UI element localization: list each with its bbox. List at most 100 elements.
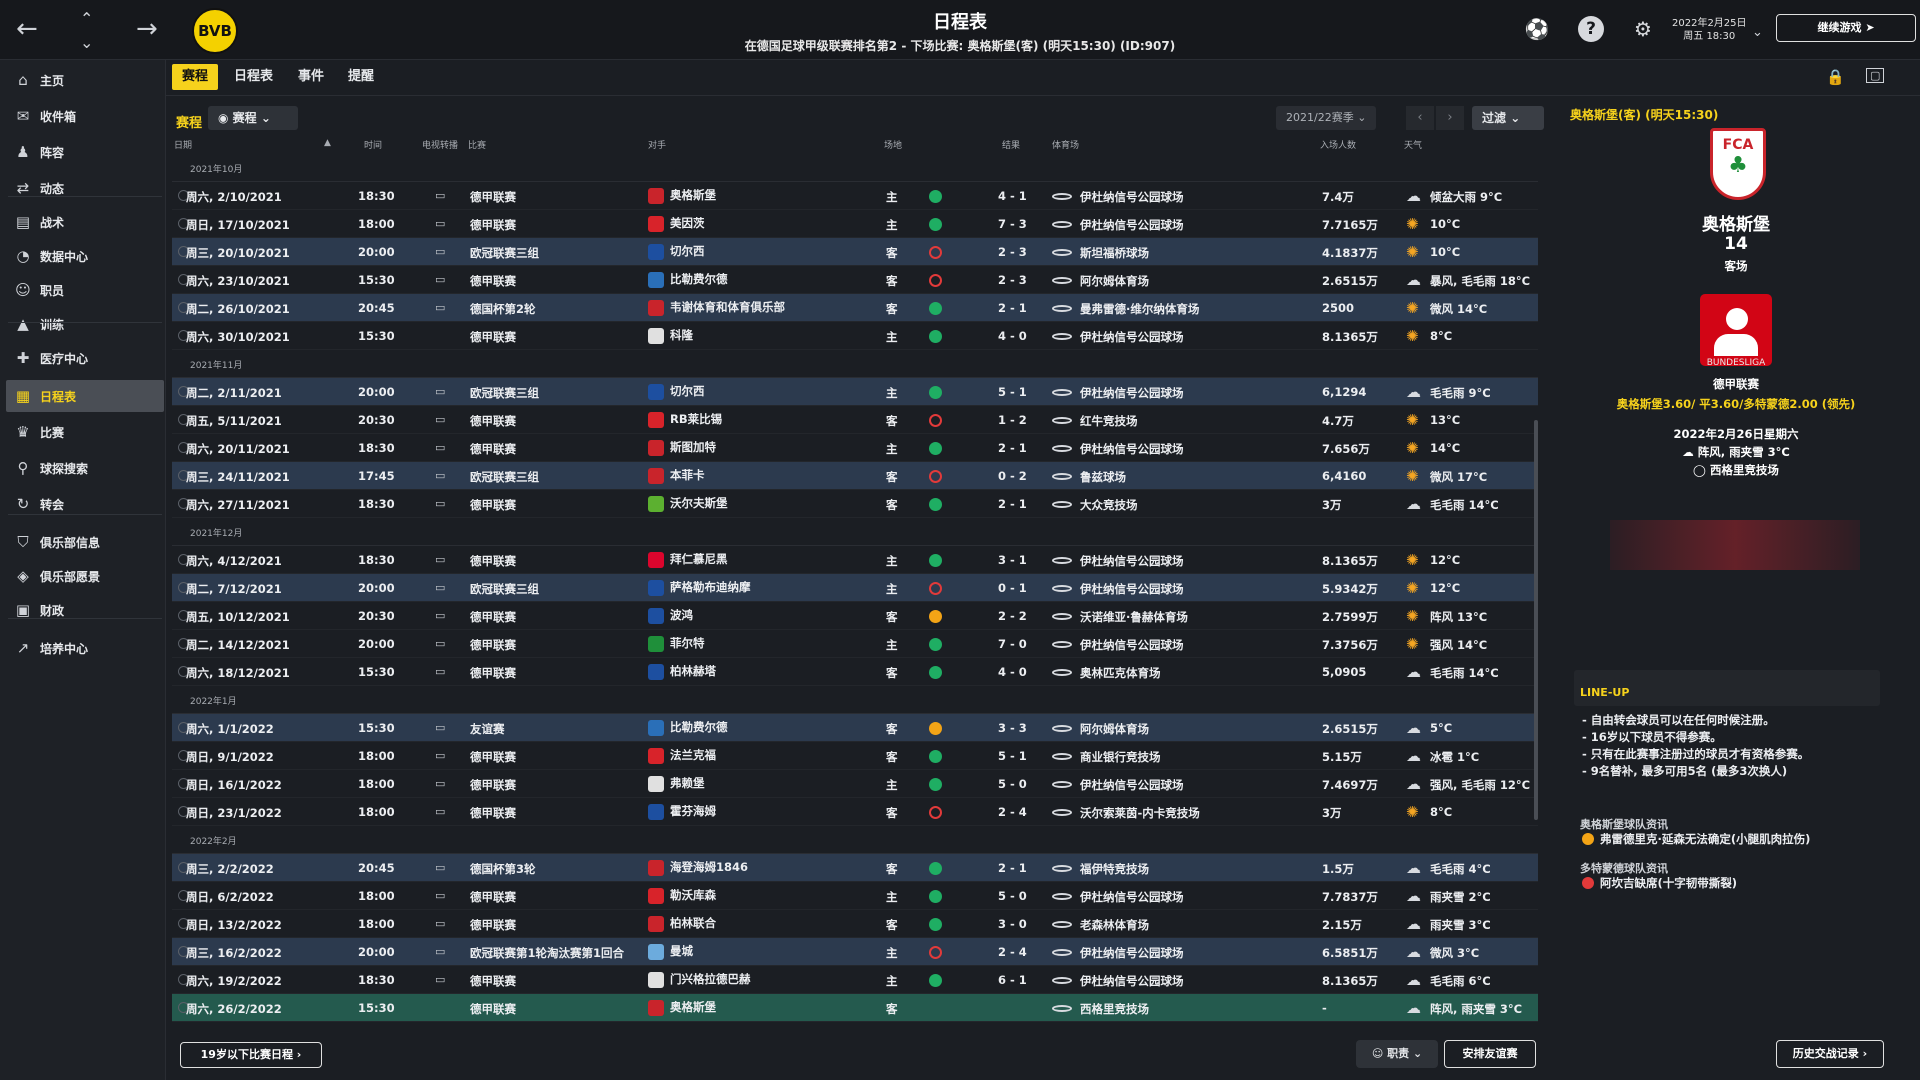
- match-opponent[interactable]: 奥格斯堡: [670, 187, 716, 203]
- team-news-item[interactable]: 阿坎吉缺席(十字韧带撕裂): [1582, 875, 1737, 891]
- team-news-item[interactable]: 弗雷德里克·延森无法确定(小腿肌肉拉伤): [1582, 831, 1810, 847]
- table-row[interactable]: 周六, 4/12/2021 18:30 ▭ 德甲联赛 拜仁慕尼黑 主 3 - 1 伊杜纳信号公…: [172, 546, 1538, 574]
- sidebar-item[interactable]: ⚲ 球探搜索: [6, 452, 164, 484]
- match-stadium[interactable]: 伊杜纳信号公园球场: [1080, 441, 1184, 457]
- sidebar-item[interactable]: ✉ 收件箱: [6, 100, 164, 132]
- table-row[interactable]: 周二, 14/12/2021 20:00 ▭ 德甲联赛 菲尔特 主 7 - 0 伊杜纳信号公园…: [172, 630, 1538, 658]
- match-opponent[interactable]: 本菲卡: [670, 467, 705, 483]
- match-opponent[interactable]: 斯图加特: [670, 439, 716, 455]
- match-score[interactable]: 3 - 1: [998, 553, 1027, 567]
- match-competition[interactable]: 德甲联赛: [470, 1001, 516, 1017]
- match-stadium[interactable]: 沃尔索莱茵-内卡竞技场: [1080, 805, 1200, 821]
- match-score[interactable]: 2 - 1: [998, 441, 1027, 455]
- next-season-button[interactable]: ›: [1436, 106, 1464, 130]
- match-opponent[interactable]: 法兰克福: [670, 747, 716, 763]
- sidebar-item[interactable]: ◔ 数据中心: [6, 240, 164, 272]
- col-competition[interactable]: 比赛: [468, 138, 486, 151]
- table-row[interactable]: 周六, 30/10/2021 15:30 德甲联赛 科隆 主 4 - 0 伊杜纳信号公园球场…: [172, 322, 1538, 350]
- match-score[interactable]: 2 - 4: [998, 945, 1027, 959]
- sort-asc-icon[interactable]: ▲: [324, 138, 331, 148]
- help-icon[interactable]: ?: [1578, 16, 1604, 42]
- match-score[interactable]: 2 - 2: [998, 609, 1027, 623]
- match-opponent[interactable]: 曼城: [670, 943, 693, 959]
- match-competition[interactable]: 德甲联赛: [470, 441, 516, 457]
- match-stadium[interactable]: 商业银行竞技场: [1080, 749, 1161, 765]
- head-to-head-button[interactable]: 历史交战记录 ›: [1776, 1040, 1884, 1068]
- match-competition[interactable]: 德甲联赛: [470, 973, 516, 989]
- match-score[interactable]: 2 - 4: [998, 805, 1027, 819]
- sidebar-item[interactable]: ⌂ 主页: [6, 64, 164, 96]
- match-score[interactable]: 4 - 0: [998, 665, 1027, 679]
- sidebar-item[interactable]: ↻ 转会: [6, 488, 164, 520]
- match-score[interactable]: 5 - 1: [998, 385, 1027, 399]
- match-opponent[interactable]: RB莱比锡: [670, 411, 722, 427]
- match-opponent[interactable]: 比勒费尔德: [670, 271, 728, 287]
- sidebar-item[interactable]: ▤ 战术: [6, 206, 164, 238]
- table-row[interactable]: 周日, 17/10/2021 18:00 ▭ 德甲联赛 美因茨 主 7 - 3 伊杜纳信号公园…: [172, 210, 1538, 238]
- match-stadium[interactable]: 伊杜纳信号公园球场: [1080, 581, 1184, 597]
- match-score[interactable]: 5 - 0: [998, 889, 1027, 903]
- match-competition[interactable]: 德甲联赛: [470, 497, 516, 513]
- sidebar-item[interactable]: ♟ 阵容: [6, 136, 164, 168]
- match-score[interactable]: 2 - 1: [998, 301, 1027, 315]
- table-row[interactable]: 周日, 13/2/2022 18:00 ▭ 德甲联赛 柏林联合 客 3 - 0 老森林体育场 2…: [172, 910, 1538, 938]
- table-row[interactable]: 周三, 16/2/2022 20:00 ▭ 欧冠联赛第1轮淘汰赛第1回合 曼城 主 2 - …: [172, 938, 1538, 966]
- table-row[interactable]: 周日, 23/1/2022 18:00 ▭ 德甲联赛 霍芬海姆 客 2 - 4 沃尔索莱茵-内…: [172, 798, 1538, 826]
- chevron-up-icon[interactable]: ⌃: [80, 6, 93, 32]
- table-row[interactable]: 周三, 24/11/2021 17:45 ▭ 欧冠联赛三组 本菲卡 客 0 - 2 鲁兹球场 6…: [172, 462, 1538, 490]
- u19-fixtures-button[interactable]: 19岁以下比赛日程 ›: [180, 1042, 322, 1068]
- table-row[interactable]: 周六, 19/2/2022 18:30 ▭ 德甲联赛 门兴格拉德巴赫 主 6 - 1 伊杜纳信…: [172, 966, 1538, 994]
- match-score[interactable]: 2 - 1: [998, 861, 1027, 875]
- col-venue[interactable]: 场地: [884, 138, 902, 151]
- sidebar-item[interactable]: ⇄ 动态: [6, 172, 164, 204]
- bundesliga-logo[interactable]: [1700, 294, 1772, 366]
- match-stadium[interactable]: 阿尔姆体育场: [1080, 273, 1149, 289]
- match-opponent[interactable]: 沃尔夫斯堡: [670, 495, 728, 511]
- match-stadium[interactable]: 伊杜纳信号公园球场: [1080, 385, 1184, 401]
- next-match-stadium[interactable]: ◯ 西格里竞技场: [1560, 462, 1912, 478]
- col-time[interactable]: 时间: [364, 138, 382, 151]
- match-opponent[interactable]: 韦谢体育和体育俱乐部: [670, 299, 785, 315]
- scrollbar[interactable]: [1534, 420, 1538, 820]
- table-row[interactable]: 周六, 27/11/2021 18:30 ▭ 德甲联赛 沃尔夫斯堡 客 2 - 1 大众竞技场…: [172, 490, 1538, 518]
- match-stadium[interactable]: 斯坦福桥球场: [1080, 245, 1149, 261]
- opponent-crest[interactable]: FCA ♣: [1710, 128, 1766, 200]
- match-competition[interactable]: 友谊赛: [470, 721, 505, 737]
- match-opponent[interactable]: 勒沃库森: [670, 887, 716, 903]
- match-opponent[interactable]: 切尔西: [670, 243, 705, 259]
- match-opponent[interactable]: 美因茨: [670, 215, 705, 231]
- col-date[interactable]: 日期: [174, 138, 192, 151]
- club-badge[interactable]: BVB: [192, 8, 238, 54]
- table-row[interactable]: 周六, 18/12/2021 15:30 ▭ 德甲联赛 柏林赫塔 客 4 - 0 奥林匹克体育…: [172, 658, 1538, 686]
- match-opponent[interactable]: 柏林联合: [670, 915, 716, 931]
- table-row[interactable]: 周二, 2/11/2021 20:00 ▭ 欧冠联赛三组 切尔西 主 5 - 1 伊杜纳信号公…: [172, 378, 1538, 406]
- sidebar-item[interactable]: ⛉ 俱乐部信息: [6, 526, 164, 558]
- match-score[interactable]: 0 - 1: [998, 581, 1027, 595]
- match-score[interactable]: 1 - 2: [998, 413, 1027, 427]
- match-opponent[interactable]: 菲尔特: [670, 635, 705, 651]
- match-score[interactable]: 6 - 1: [998, 973, 1027, 987]
- match-competition[interactable]: 欧冠联赛三组: [470, 469, 539, 485]
- date-dropdown-chevron-icon[interactable]: ⌄: [1752, 20, 1763, 46]
- match-stadium[interactable]: 伊杜纳信号公园球场: [1080, 973, 1184, 989]
- duties-button[interactable]: ☺ 职责 ⌄: [1356, 1040, 1438, 1068]
- screen-icon[interactable]: ▢: [1866, 68, 1885, 83]
- match-stadium[interactable]: 伊杜纳信号公园球场: [1080, 553, 1184, 569]
- match-competition[interactable]: 欧冠联赛三组: [470, 581, 539, 597]
- table-row[interactable]: 周三, 20/10/2021 20:00 ▭ 欧冠联赛三组 切尔西 客 2 - 3 斯坦福桥球…: [172, 238, 1538, 266]
- match-competition[interactable]: 德甲联赛: [470, 749, 516, 765]
- match-competition[interactable]: 德甲联赛: [470, 665, 516, 681]
- col-attendance[interactable]: 入场人数: [1320, 138, 1356, 151]
- match-competition[interactable]: 德国杯第3轮: [470, 861, 536, 877]
- season-dropdown[interactable]: 2021/22赛季 ⌄: [1276, 106, 1376, 130]
- lock-icon[interactable]: 🔒: [1826, 68, 1845, 86]
- match-stadium[interactable]: 伊杜纳信号公园球场: [1080, 945, 1184, 961]
- sidebar-item[interactable]: ▦ 日程表: [6, 380, 164, 412]
- match-score[interactable]: 4 - 1: [998, 189, 1027, 203]
- match-competition[interactable]: 德甲联赛: [470, 413, 516, 429]
- match-score[interactable]: 5 - 0: [998, 777, 1027, 791]
- match-competition[interactable]: 德甲联赛: [470, 889, 516, 905]
- match-stadium[interactable]: 红牛竞技场: [1080, 413, 1138, 429]
- match-opponent[interactable]: 切尔西: [670, 383, 705, 399]
- table-row[interactable]: 周五, 5/11/2021 20:30 ▭ 德甲联赛 RB莱比锡 客 1 - 2 红牛竞技场 4…: [172, 406, 1538, 434]
